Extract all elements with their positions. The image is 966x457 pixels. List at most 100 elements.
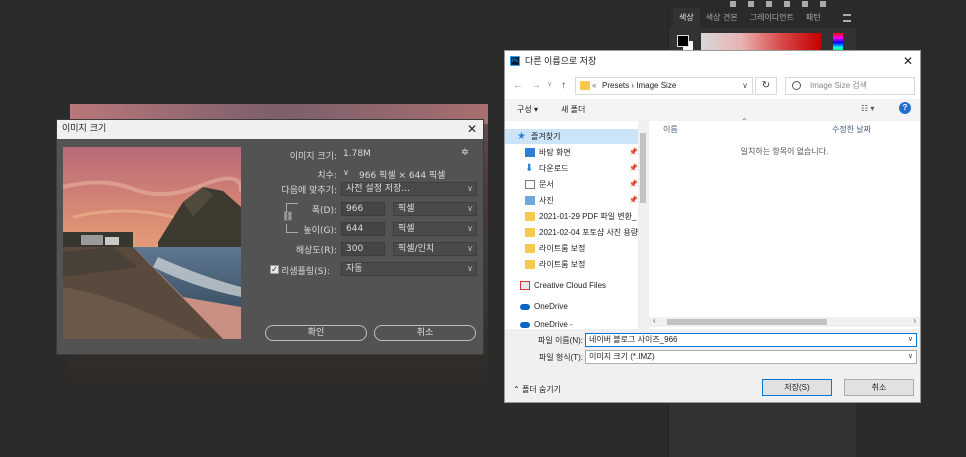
resolution-input[interactable]: 300 [341,242,385,256]
view-options-icon[interactable]: ☷ ▾ [861,104,874,113]
sidebar-item-desktop[interactable]: 바탕 화면 📌 [505,145,640,160]
filename-input[interactable]: 네이버 블로그 사이즈_966 ∨ [585,333,917,347]
scrollbar-thumb[interactable] [667,319,827,325]
file-list-scrollbar[interactable]: ‹ › [649,316,920,327]
sidebar-item-documents[interactable]: 문서 📌 [505,177,640,192]
sidebar-item-label: 2021-02-04 포토샵 사진 용량 [539,228,639,237]
save-button[interactable]: 저장(S) [762,379,832,396]
breadcrumb-overflow[interactable]: « [592,78,596,94]
search-icon [792,81,801,90]
resolution-unit-select[interactable]: 픽셀/인치 ∨ [393,242,477,256]
sidebar-item-onedrive[interactable]: OneDrive [505,299,640,314]
panel-menu-icon[interactable] [843,14,851,22]
filetype-value: 이미지 크기 (*.IMZ) [589,352,655,361]
chevron-down-icon: ∨ [467,264,473,273]
sidebar-item-folder[interactable]: 라이트룸 보정 [505,241,640,256]
recent-chevron-icon[interactable]: ∨ [547,80,552,88]
scrollbar-thumb[interactable] [640,133,646,203]
dialog-titlebar: 다른 이름으로 저장 ✕ [505,51,920,71]
control-icon[interactable] [802,1,808,7]
sidebar-item-onedrive-business[interactable]: OneDrive - [505,317,640,329]
sidebar-item-label: 바탕 화면 [539,148,571,157]
download-icon: ⬇ [525,163,534,174]
command-bar: 구성 ▾ 새 폴더 ☷ ▾ ? [505,99,920,121]
chevron-down-icon: ∨ [907,353,913,360]
nav-scrollbar[interactable] [638,121,648,329]
foreground-color-swatch[interactable] [677,35,689,47]
height-unit-select[interactable]: 픽셀 ∨ [393,222,477,236]
column-header-modified[interactable]: 수정한 날짜 [832,124,871,135]
resample-checkbox[interactable]: ✓ [270,265,279,274]
organize-button[interactable]: 구성 ▾ [517,104,538,115]
up-arrow-icon[interactable]: ↑ [561,80,566,91]
tab-swatches[interactable]: 색상 견본 [700,8,744,28]
pin-icon[interactable]: 📌 [629,145,638,160]
photoshop-app-icon: Ps [510,56,520,66]
onedrive-icon [520,322,530,328]
tab-patterns[interactable]: 패턴 [800,8,827,28]
control-icon[interactable] [820,1,826,7]
new-folder-button[interactable]: 새 폴더 [561,104,585,115]
sidebar-item-pictures[interactable]: 사진 📌 [505,193,640,208]
pin-icon[interactable]: 📌 [629,161,638,176]
pin-icon[interactable]: 📌 [629,177,638,192]
tab-gradients[interactable]: 그레이디언트 [744,8,800,28]
control-icon[interactable] [730,1,736,7]
chevron-down-icon[interactable]: ∨ [742,78,748,94]
width-unit-select[interactable]: 픽셀 ∨ [393,202,477,216]
empty-message: 일치하는 항목이 없습니다. [740,147,829,156]
back-arrow-icon[interactable]: ← [513,80,523,91]
sidebar-item-label: 라이트룸 보정 [539,260,586,269]
resample-select[interactable]: 자동 ∨ [341,262,477,276]
close-icon[interactable]: ✕ [467,123,477,135]
ok-button[interactable]: 확인 [265,325,367,341]
sidebar-item-folder[interactable]: 2021-02-04 포토샵 사진 용량 [505,225,640,240]
fit-to-select[interactable]: 사전 설정 저장... ∨ [341,182,477,196]
sidebar-item-folder[interactable]: 2021-01-29 PDF 파일 변환_ [505,209,640,224]
forward-arrow-icon[interactable]: → [531,80,541,91]
refresh-button[interactable]: ↻ [755,77,777,95]
chevron-down-icon[interactable]: ∨ [908,334,913,346]
search-input[interactable]: Image Size 검색 [785,77,915,95]
width-input[interactable]: 966 [341,202,385,216]
breadcrumb[interactable]: « Presets › Image Size ∨ [575,77,753,95]
resample-label: 리샘플링(S): [281,267,330,277]
cancel-button[interactable]: 취소 [374,325,476,341]
gear-icon[interactable]: ✲ [461,148,469,158]
filetype-select[interactable]: 이미지 크기 (*.IMZ) ∨ [585,350,917,364]
control-icon[interactable] [766,1,772,7]
height-input[interactable]: 644 [341,222,385,236]
help-icon[interactable]: ? [899,102,911,114]
folder-icon [525,244,535,253]
image-preview[interactable] [63,147,241,339]
filename-value: 네이버 블로그 사이즈_966 [589,335,678,344]
tab-color[interactable]: 색상 [673,8,700,28]
control-icon[interactable] [784,1,790,7]
sidebar-item-creative-cloud[interactable]: Creative Cloud Files [505,278,640,293]
panel-tabs: 색상 색상 견본 그레이디언트 패턴 [669,8,857,28]
sidebar-item-quick-access[interactable]: ★ 즐겨찾기 [505,129,640,144]
ps-window-controls [730,0,840,8]
close-icon[interactable]: ✕ [903,55,913,67]
breadcrumb-item[interactable]: Image Size [636,81,676,90]
link-icon[interactable]: ⛓ [282,212,293,224]
control-icon[interactable] [748,1,754,7]
sidebar-item-label: OneDrive [534,302,568,311]
breadcrumb-item[interactable]: Presets [602,81,629,90]
column-header-name[interactable]: 이름 [663,124,678,135]
scroll-left-icon[interactable]: ‹ [653,316,656,325]
hide-folders-toggle[interactable]: ⌃ 폴더 숨기기 [513,384,561,395]
desktop-icon [525,148,535,157]
cancel-button[interactable]: 취소 [844,379,914,396]
sidebar-item-folder[interactable]: 라이트룸 보정 [505,257,640,272]
width-unit-value: 픽셀 [398,204,415,214]
dialog-title: 다른 이름으로 저장 [525,56,597,66]
file-list: 이름 ⌃ 수정한 날짜 일치하는 항목이 없습니다. [649,117,920,329]
pin-icon[interactable]: 📌 [629,193,638,208]
width-label: 폭(D): [311,206,337,216]
chevron-up-icon: ⌃ [513,385,522,394]
sidebar-item-downloads[interactable]: ⬇ 다운로드 📌 [505,161,640,176]
dimensions-chevron-icon[interactable]: ∨ [343,168,349,177]
scroll-right-icon[interactable]: › [913,316,916,325]
chevron-down-icon: ∨ [467,204,473,213]
